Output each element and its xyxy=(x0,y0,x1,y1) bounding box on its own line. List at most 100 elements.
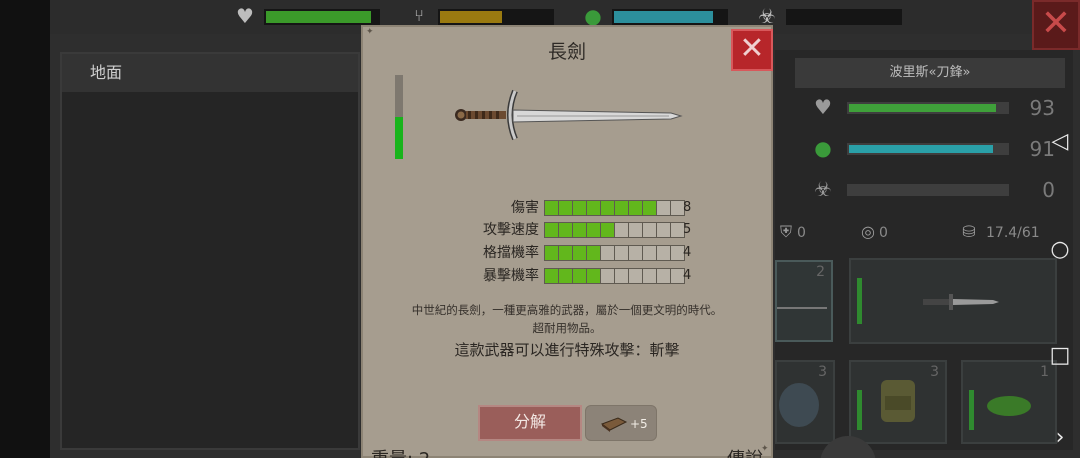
stat-segment xyxy=(657,269,670,283)
recents-nav-icon[interactable]: □ xyxy=(1046,342,1074,370)
health-bar-fill xyxy=(266,11,372,23)
stat-segment xyxy=(559,269,572,283)
stat-segment xyxy=(559,223,572,237)
heart-icon: ♥ xyxy=(814,95,832,119)
stat-segment xyxy=(601,246,614,260)
stat-segment xyxy=(545,269,558,283)
stat-segment xyxy=(643,246,656,260)
item-durability-note: 超耐用物品。 xyxy=(532,321,602,335)
character-radiation-bar xyxy=(847,184,1009,196)
attack-speed-stat: 攻擊速度 5 xyxy=(363,221,775,239)
ground-title: 地面 xyxy=(62,54,358,92)
stat-segment xyxy=(657,201,670,215)
close-inventory-button[interactable]: ✕ xyxy=(1032,0,1080,50)
heart-icon: ♥ xyxy=(236,4,254,28)
stomach-bar xyxy=(612,9,728,25)
knife-slot[interactable] xyxy=(849,258,1057,344)
damage-value: 8 xyxy=(683,200,692,215)
armor-vest-icon xyxy=(779,383,819,427)
knife-icon xyxy=(923,294,999,310)
eye-slash-icon: ◎ xyxy=(861,222,875,241)
beret-slot[interactable]: 1 xyxy=(961,360,1057,444)
stat-segment xyxy=(601,269,614,283)
character-health-value: 93 xyxy=(1029,96,1055,120)
item-durability-fill xyxy=(395,117,403,159)
stat-segment xyxy=(657,223,670,237)
stomach-bar-fill xyxy=(614,11,713,23)
item-description-line: 中世紀的長劍，一種更高雅的武器，屬於一個更文明的時代。 xyxy=(411,303,723,317)
stat-segment xyxy=(629,246,642,260)
long-sword-icon xyxy=(455,89,683,141)
home-nav-icon[interactable]: ○ xyxy=(1046,236,1074,264)
stat-segment xyxy=(587,269,600,283)
biohazard-icon: ☣ xyxy=(814,177,832,201)
fork-knife-icon: ⑂ xyxy=(414,6,424,25)
stat-segment xyxy=(643,201,656,215)
left-edge xyxy=(0,0,50,458)
block-chance-value: 4 xyxy=(683,245,692,260)
stat-segment xyxy=(643,223,656,237)
stat-segment xyxy=(615,269,628,283)
block-chance-bar xyxy=(544,245,685,261)
slot-count: 3 xyxy=(818,364,827,380)
special-attack-text: 這款武器可以進行特殊攻擊：斬擊 xyxy=(454,341,680,359)
more-nav-icon[interactable]: › xyxy=(1046,424,1074,452)
stat-segment xyxy=(559,246,572,260)
carry-weight-text: 17.4/61 xyxy=(986,225,1040,241)
stat-segment xyxy=(629,223,642,237)
back-nav-icon[interactable]: ◁ xyxy=(1046,128,1074,156)
stomach-icon: ● xyxy=(584,4,602,28)
item-durability-bar xyxy=(395,75,403,159)
health-bar xyxy=(264,9,380,25)
stat-segment xyxy=(573,269,586,283)
item-detail-dialog: ✦ ✦ 長劍 ✕ 傷害 8 攻擊速度 5 格擋機率 4 暴擊機率 4 中世紀的長… xyxy=(361,25,773,458)
stat-segment xyxy=(601,223,614,237)
item-rarity: 傳說 xyxy=(727,445,763,458)
stat-segment xyxy=(615,246,628,260)
stat-segment xyxy=(629,269,642,283)
item-description: 中世紀的長劍，一種更高雅的武器，屬於一個更文明的時代。 超耐用物品。 xyxy=(363,301,771,337)
stat-segment xyxy=(615,223,628,237)
armor-slot[interactable]: 3 xyxy=(775,360,835,444)
character-stomach-bar xyxy=(847,143,1009,155)
crit-chance-value: 4 xyxy=(683,268,692,283)
stealth-value-text: 0 xyxy=(879,225,888,241)
backpack-durability xyxy=(857,390,862,430)
crit-chance-stat: 暴擊機率 4 xyxy=(363,267,775,285)
stat-segment xyxy=(573,223,586,237)
damage-bar xyxy=(544,200,685,216)
stat-segment xyxy=(615,201,628,215)
character-radiation-value: 0 xyxy=(1042,178,1055,202)
stat-segment xyxy=(545,223,558,237)
character-health-bar xyxy=(847,102,1009,114)
disassemble-button[interactable]: 分解 xyxy=(478,405,582,441)
stat-segment xyxy=(559,201,572,215)
stat-segment xyxy=(573,246,586,260)
stomach-icon: ● xyxy=(814,136,832,160)
character-stomach: ● 91 xyxy=(805,136,1055,162)
slot-count: 3 xyxy=(930,364,939,380)
stat-segment xyxy=(545,246,558,260)
crit-chance-bar xyxy=(544,268,685,284)
character-radiation: ☣ 0 xyxy=(805,177,1055,203)
stat-segment xyxy=(643,269,656,283)
close-dialog-button[interactable]: ✕ xyxy=(731,29,773,71)
ground-panel: 地面 xyxy=(60,52,360,450)
character-health: ♥ 93 xyxy=(805,95,1055,121)
block-chance-stat: 格擋機率 4 xyxy=(363,244,775,262)
yield-count: +5 xyxy=(630,417,648,431)
character-panel: 波里斯«刀鋒» ♥ 93 ● 91 ☣ 0 ⛨ 0 ◎ 0 ⛁ 17.4/61 2 xyxy=(775,50,1073,450)
carry-weight: ⛁ 17.4/61 xyxy=(958,220,1040,244)
hunger-bar-fill xyxy=(440,11,502,23)
character-stomach-fill xyxy=(849,145,993,153)
long-sword-slot[interactable]: 2 xyxy=(775,260,833,342)
biohazard-icon: ☣ xyxy=(758,4,776,28)
stat-segment xyxy=(545,201,558,215)
beret-durability xyxy=(969,390,974,430)
backpack-icon xyxy=(881,380,915,422)
backpack-slot[interactable]: 3 xyxy=(849,360,947,444)
brick-material-icon xyxy=(600,417,628,432)
stat-segment xyxy=(587,201,600,215)
stat-segment xyxy=(587,223,600,237)
stat-segment xyxy=(587,246,600,260)
